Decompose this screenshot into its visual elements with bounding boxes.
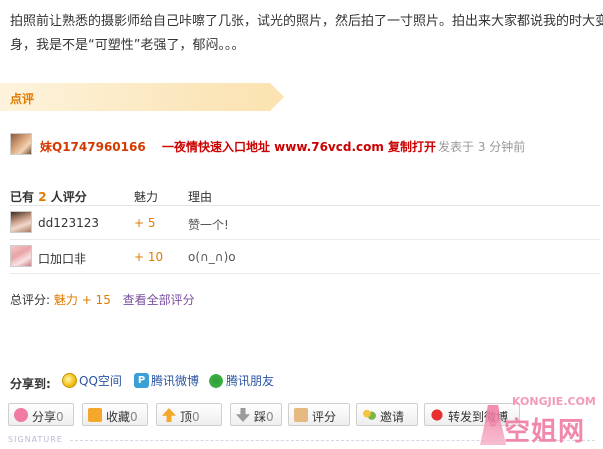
avatar[interactable] bbox=[10, 245, 32, 267]
comment-username-link[interactable]: 妹Q1747960166 bbox=[40, 138, 146, 155]
review-section-label: 点评 bbox=[10, 92, 35, 106]
pengyou-icon bbox=[208, 372, 224, 389]
avatar[interactable] bbox=[10, 211, 32, 233]
total-rating-label: 总评分: bbox=[10, 293, 51, 307]
ratings-table: 已有 2 人评分 魅力 理由 dd123123 + 5 赞一个! 口加口非 + … bbox=[10, 185, 600, 274]
rating-reason: 赞一个! bbox=[188, 218, 229, 232]
table-row: dd123123 + 5 赞一个! bbox=[10, 206, 600, 240]
ratings-count-label: 已有 2 人评分 bbox=[10, 190, 87, 204]
tencent-weibo-icon: P bbox=[134, 373, 149, 388]
people-icon bbox=[362, 408, 376, 422]
rater-username-link[interactable]: 口加口非 bbox=[38, 250, 86, 267]
share-qzone-link[interactable]: QQ空间 bbox=[62, 372, 122, 390]
heart-icon bbox=[14, 408, 28, 422]
share-button[interactable]: 分享0 bbox=[8, 403, 74, 426]
invite-button[interactable]: 邀请 bbox=[356, 403, 418, 426]
avatar[interactable] bbox=[10, 133, 32, 155]
total-rating-value: 魅力 + 15 bbox=[53, 293, 111, 307]
share-tencent-weibo-link[interactable]: P 腾讯微博 bbox=[134, 372, 199, 390]
table-row: 口加口非 + 10 o(∩_∩)o bbox=[10, 240, 600, 274]
comment-text-link[interactable]: 一夜情快速入口地址 www.76vcd.com 复制打开 bbox=[162, 138, 436, 155]
share-label: 分享到: bbox=[10, 377, 51, 391]
downvote-button[interactable]: 踩0 bbox=[230, 403, 282, 426]
thumbs-up-icon bbox=[294, 408, 308, 422]
forward-to-weibo-button[interactable]: 转发到微博 bbox=[424, 403, 520, 426]
rating-score: + 10 bbox=[134, 250, 164, 264]
share-pengyou-link[interactable]: 腾讯朋友 bbox=[208, 372, 274, 390]
arrow-up-icon bbox=[162, 408, 176, 422]
ratings-header: 已有 2 人评分 魅力 理由 bbox=[10, 185, 600, 205]
star-icon bbox=[88, 408, 102, 422]
review-section-header: 点评 bbox=[0, 83, 285, 111]
view-all-ratings-link[interactable]: 查看全部评分 bbox=[123, 293, 195, 307]
weibo-icon bbox=[430, 408, 444, 422]
arrow-down-icon bbox=[236, 408, 250, 422]
comment-row: 妹Q1747960166 一夜情快速入口地址 www.76vcd.com 复制打… bbox=[10, 133, 600, 157]
rate-button[interactable]: 评分 bbox=[288, 403, 350, 426]
rater-username-link[interactable]: dd123123 bbox=[38, 216, 99, 230]
rating-score: + 5 bbox=[134, 216, 156, 230]
rating-reason: o(∩_∩)o bbox=[188, 250, 236, 264]
charm-column-header: 魅力 bbox=[134, 190, 159, 204]
post-action-bar: 分享0 收藏0 顶0 踩0 评分 邀请 转发到微博 bbox=[8, 403, 603, 427]
comment-timestamp: 发表于 3 分钟前 bbox=[438, 140, 526, 154]
upvote-button[interactable]: 顶0 bbox=[156, 403, 222, 426]
signature-label: SIGNATURE bbox=[8, 435, 63, 444]
qzone-icon bbox=[62, 373, 77, 388]
favorite-button[interactable]: 收藏0 bbox=[82, 403, 148, 426]
total-rating: 总评分: 魅力 + 15 查看全部评分 bbox=[10, 291, 195, 308]
post-content: 拍照前让熟悉的摄影师给自己咔嚓了几张，试光的照片，然后拍了一寸照片。拍出来大家都… bbox=[10, 14, 603, 53]
reason-column-header: 理由 bbox=[188, 190, 213, 204]
signature-divider bbox=[70, 440, 595, 441]
